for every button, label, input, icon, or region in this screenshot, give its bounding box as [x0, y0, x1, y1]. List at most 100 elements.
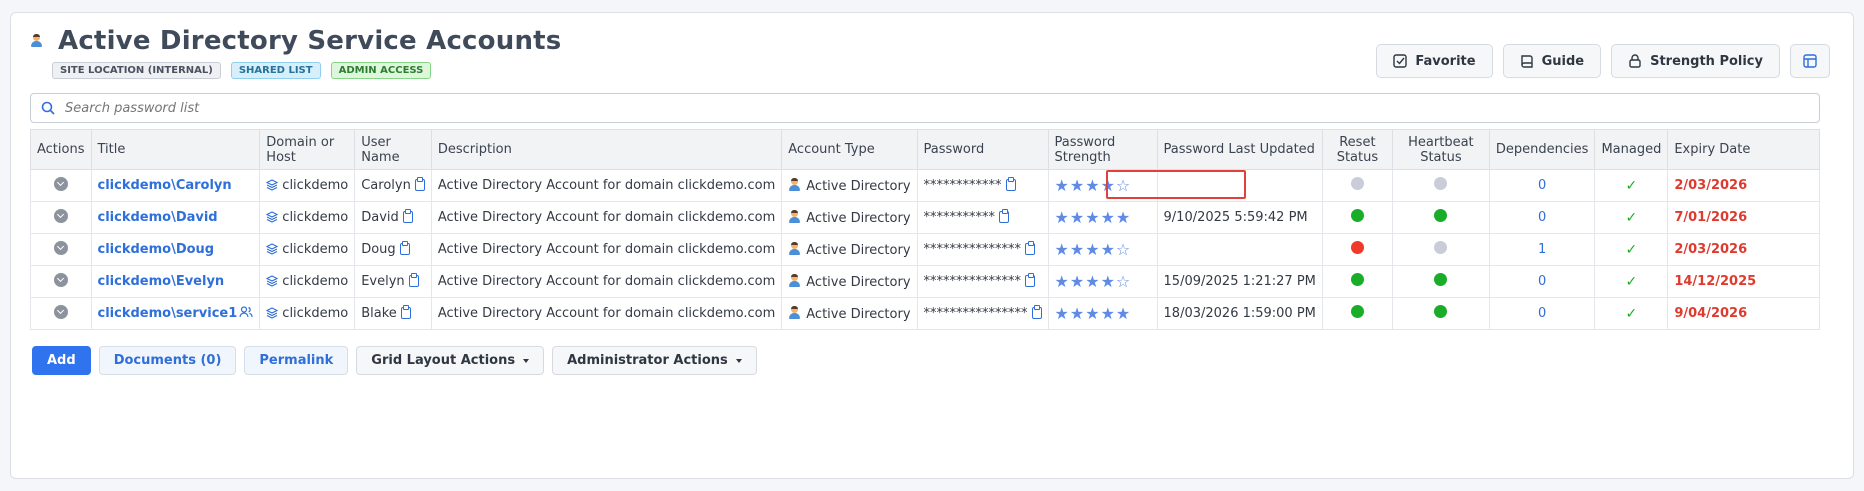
description-cell: Active Directory Account for domain clic…	[430, 201, 783, 234]
managed-cell: ✓	[1594, 297, 1669, 330]
password-cell: ***********	[916, 201, 1049, 234]
header-account-type[interactable]: Account Type	[781, 129, 918, 170]
table-row[interactable]: clickdemo\Carolyn clickdemo Carolyn Active …	[30, 169, 1820, 202]
row-actions-dropdown-icon[interactable]	[53, 208, 68, 223]
search-bar[interactable]	[30, 93, 1820, 123]
reset-status-dot-icon	[1350, 305, 1364, 318]
clipboard-icon[interactable]	[1031, 305, 1042, 319]
row-actions-dropdown-icon[interactable]	[53, 272, 68, 287]
domain-cell: clickdemo	[259, 169, 356, 202]
permalink-button[interactable]: Permalink	[244, 346, 349, 375]
domain-text: clickdemo	[282, 210, 349, 225]
administrator-actions-button[interactable]: Administrator Actions	[552, 346, 757, 375]
clipboard-icon[interactable]	[399, 241, 410, 255]
heartbeat-status-dot-icon	[1434, 305, 1448, 318]
header-reset-status-line1: Reset	[1339, 134, 1376, 150]
title-cell: clickdemo\service1	[90, 297, 261, 330]
header-title[interactable]: Title	[90, 129, 261, 170]
table-row[interactable]: clickdemo\service1 clickdemo Blake Active D…	[30, 297, 1820, 330]
check-icon: ✓	[1625, 209, 1638, 226]
search-input[interactable]	[63, 99, 1763, 117]
expiry-date: 2/03/2026	[1674, 242, 1748, 257]
guide-label: Guide	[1541, 53, 1585, 69]
clipboard-icon[interactable]	[999, 209, 1010, 223]
row-actions-dropdown-icon[interactable]	[53, 240, 68, 255]
clipboard-icon[interactable]	[1025, 273, 1036, 287]
layers-icon	[266, 211, 279, 223]
user-account-icon	[788, 241, 802, 256]
dependencies-link[interactable]: 0	[1538, 210, 1546, 225]
clipboard-icon[interactable]	[408, 273, 419, 287]
search-icon	[41, 101, 55, 115]
guide-button[interactable]: Guide	[1502, 44, 1602, 78]
account-type-text: Active Directory	[806, 178, 911, 194]
dependencies-cell: 0	[1488, 265, 1596, 298]
description-cell: Active Directory Account for domain clic…	[430, 297, 783, 330]
description-cell: Active Directory Account for domain clic…	[430, 265, 783, 298]
row-actions-cell	[30, 265, 92, 298]
heartbeat-status-dot-icon	[1434, 177, 1448, 190]
clipboard-icon[interactable]	[1025, 241, 1036, 255]
row-actions-dropdown-icon[interactable]	[53, 304, 68, 319]
grid-layout-actions-button[interactable]: Grid Layout Actions	[356, 346, 545, 375]
heartbeat-status-dot-icon	[1434, 241, 1448, 254]
title-link[interactable]: clickdemo\Carolyn	[98, 178, 232, 193]
title-cell: clickdemo\David	[90, 201, 261, 234]
header-dependencies[interactable]: Dependencies	[1488, 129, 1596, 170]
title-cell: clickdemo\Doug	[90, 233, 261, 266]
header-expiry[interactable]: Expiry Date	[1667, 129, 1820, 170]
badge-admin-access: ADMIN ACCESS	[330, 62, 432, 79]
add-button[interactable]: Add	[32, 346, 91, 375]
header-reset-status-line2: Status	[1336, 149, 1379, 165]
book-icon	[1520, 55, 1533, 68]
password-mask: ****************	[923, 306, 1028, 321]
clipboard-icon[interactable]	[402, 209, 413, 223]
check-icon: ✓	[1625, 305, 1638, 322]
dependencies-link[interactable]: 1	[1538, 242, 1546, 257]
strength-policy-button[interactable]: Strength Policy	[1611, 44, 1780, 78]
clipboard-icon[interactable]	[1005, 177, 1016, 191]
password-mask: ************	[923, 178, 1002, 193]
documents-button[interactable]: Documents (0)	[98, 346, 237, 375]
user-account-icon	[788, 209, 802, 224]
dependencies-link[interactable]: 0	[1538, 306, 1546, 321]
layers-icon	[266, 275, 279, 287]
header-description[interactable]: Description	[430, 129, 783, 170]
clipboard-icon[interactable]	[400, 305, 411, 319]
row-actions-dropdown-icon[interactable]	[53, 176, 68, 191]
title-link[interactable]: clickdemo\David	[98, 210, 218, 225]
clipboard-icon[interactable]	[414, 177, 425, 191]
header-heartbeat-status[interactable]: Heartbeat Status	[1391, 129, 1490, 170]
domain-cell: clickdemo	[259, 265, 356, 298]
favorite-button[interactable]: Favorite	[1376, 44, 1493, 78]
dependencies-link[interactable]: 0	[1538, 274, 1546, 289]
title-cell: clickdemo\Evelyn	[90, 265, 261, 298]
header-username[interactable]: User Name	[354, 129, 432, 170]
account-type-cell: Active Directory	[781, 169, 918, 202]
password-cell: ***************	[916, 265, 1049, 298]
header-domain[interactable]: Domain or Host	[259, 129, 356, 170]
table-row[interactable]: clickdemo\Evelyn clickdemo Evelyn Active Di…	[30, 265, 1820, 298]
header-last-updated[interactable]: Password Last Updated	[1156, 129, 1323, 170]
header-password-strength[interactable]: Password Strength	[1047, 129, 1158, 170]
header-password[interactable]: Password	[916, 129, 1049, 170]
heartbeat-status-dot-icon	[1434, 273, 1448, 286]
dependencies-link[interactable]: 0	[1538, 178, 1546, 193]
heartbeat-status-dot-icon	[1434, 209, 1448, 222]
header-managed[interactable]: Managed	[1594, 129, 1669, 170]
table-row[interactable]: clickdemo\Doug clickdemo Doug Active Direct…	[30, 233, 1820, 266]
title-link[interactable]: clickdemo\Evelyn	[98, 274, 225, 289]
layout-toggle-button[interactable]	[1790, 44, 1830, 78]
title-link[interactable]: clickdemo\service1	[98, 306, 238, 321]
title-link[interactable]: clickdemo\Doug	[98, 242, 215, 257]
password-mask: ***************	[923, 242, 1022, 257]
layout-icon	[1803, 54, 1817, 68]
managed-cell: ✓	[1594, 201, 1669, 234]
header-reset-status[interactable]: Reset Status	[1321, 129, 1393, 170]
password-mask: ***************	[923, 274, 1022, 289]
table-row[interactable]: clickdemo\David clickdemo David Active Dire…	[30, 201, 1820, 234]
password-cell: ************	[916, 169, 1049, 202]
header-actions[interactable]: Actions	[30, 129, 92, 170]
account-type-text: Active Directory	[806, 242, 911, 258]
expiry-cell: 9/04/2026	[1667, 297, 1820, 330]
